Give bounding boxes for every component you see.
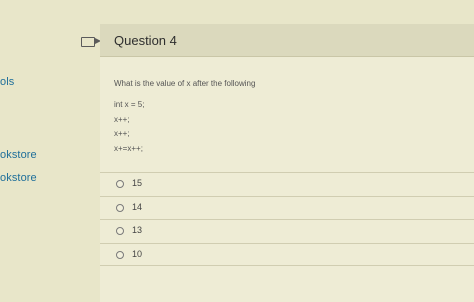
code-line: x++; [114,129,130,138]
answer-label[interactable]: 15 [132,178,142,188]
question-header: Question 4 [100,24,474,57]
question-title: Question 4 [114,33,177,48]
code-line: x++; [114,114,130,124]
answer-label[interactable]: 14 [132,202,142,212]
radio-button[interactable] [116,250,124,259]
radio-button[interactable] [116,180,124,188]
sidebar-item-bookstore[interactable]: okstore [0,149,37,161]
sidebar-item-tools[interactable]: ols [0,76,14,88]
answer-label[interactable]: 13 [132,225,142,235]
answer-option-13[interactable]: 13 [100,219,474,243]
answer-option-14[interactable]: 14 [100,195,474,220]
answer-option-10[interactable]: 10 [100,242,474,266]
answer-option-15[interactable]: 15 [100,172,474,196]
radio-button[interactable] [116,203,124,212]
question-prompt: What is the value of x after the followi… [114,79,256,88]
radio-button[interactable] [116,227,124,235]
code-line: int x = 5; [114,100,145,109]
flag-question-icon[interactable] [81,37,101,47]
code-snippet: int x = 5; x++; x++; x+=x++; [114,98,144,156]
question-card: Question 4 What is the value of x after … [100,24,474,302]
answer-label[interactable]: 10 [132,249,142,259]
course-sidebar: ols okstore okstore [0,0,82,302]
code-line: x+=x++; [114,143,143,153]
sidebar-item-bookstore-2[interactable]: okstore [0,172,37,184]
answer-options: 15 14 13 10 [100,172,474,266]
